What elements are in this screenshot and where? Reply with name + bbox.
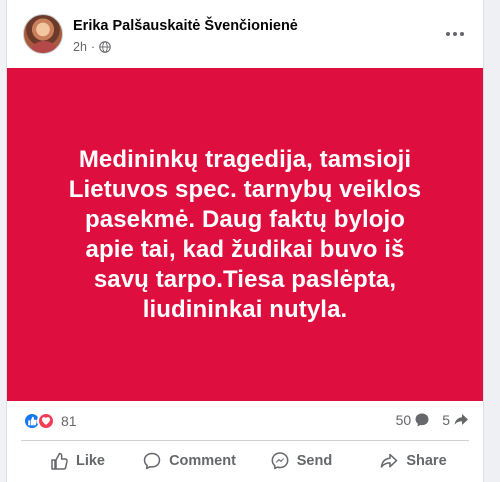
post-text: Medininkų tragedija, tamsioji Lietuvos s… [68,145,422,323]
engagement-counts: 50 5 [396,412,469,428]
divider [21,440,469,441]
post-card: Erika Palšauskaitė Švenčionienė 2h · Med… [6,0,484,482]
shares-count: 5 [442,412,450,428]
post-stats: 81 50 5 [7,404,483,438]
reactions-count: 81 [61,413,77,429]
like-label: Like [75,453,105,469]
post-content-background: Medininkų tragedija, tamsioji Lietuvos s… [7,68,483,401]
share-label: Share [406,453,447,469]
share-button[interactable]: Share [357,444,469,478]
comment-button[interactable]: Comment [133,444,245,478]
comments-count-group[interactable]: 50 [396,412,431,428]
comment-label: Comment [169,453,236,469]
comments-count: 50 [395,412,412,428]
love-reaction-icon [37,412,55,430]
avatar[interactable] [23,14,63,54]
author-name[interactable]: Erika Palšauskaitė Švenčionienė [73,18,298,34]
action-bar: Like Comment Send Share [21,444,469,478]
reactions-summary[interactable]: 81 [23,412,77,430]
messenger-icon [271,452,289,470]
share-arrow-icon [454,414,468,425]
comment-bubble-icon [415,413,429,427]
shares-count-group[interactable]: 5 [442,412,469,428]
comment-icon [143,452,161,470]
post-header: Erika Palšauskaitė Švenčionienė 2h · [7,10,483,58]
share-icon [381,453,398,468]
like-button[interactable]: Like [21,444,133,478]
send-label: Send [296,453,333,469]
page-background-strip [484,0,500,482]
post-meta: 2h · [73,40,111,54]
send-button[interactable]: Send [245,444,357,478]
more-options-icon[interactable] [439,24,471,44]
globe-icon [99,41,111,53]
like-icon [51,452,68,470]
post-time[interactable]: 2h [73,40,87,54]
